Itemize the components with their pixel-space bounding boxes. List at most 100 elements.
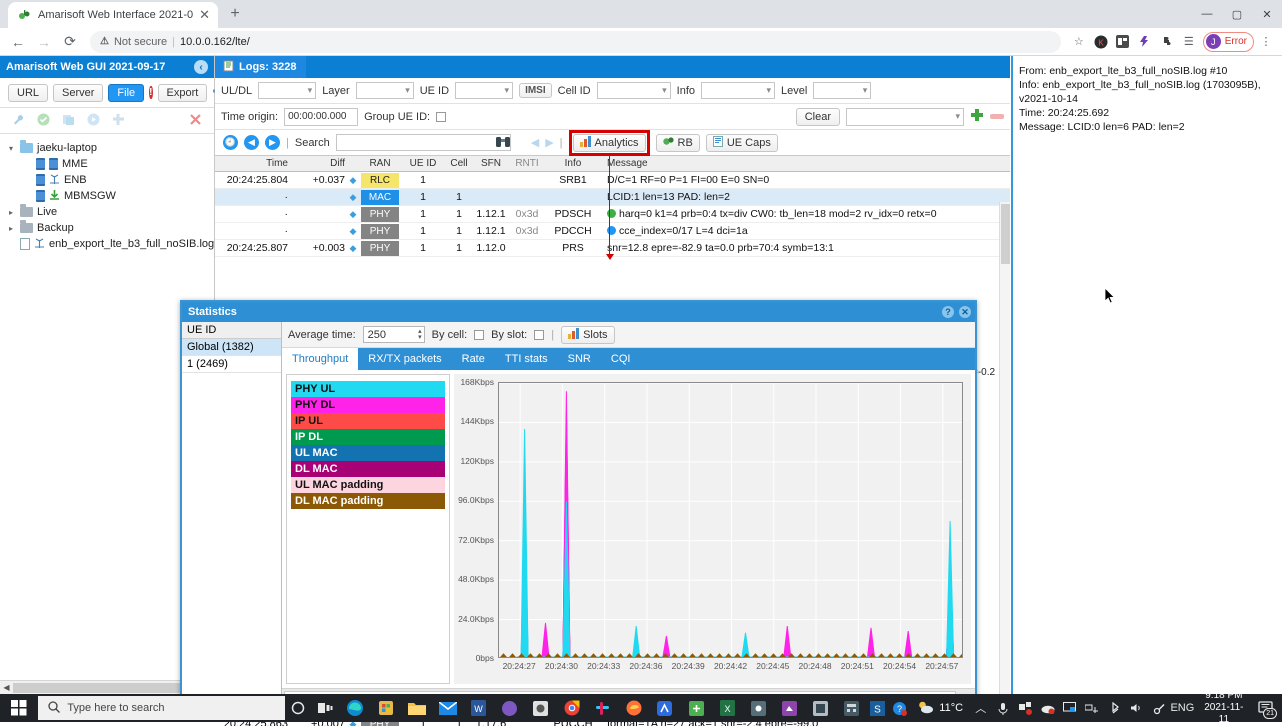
alert-icon[interactable]: !	[149, 86, 152, 99]
delete-icon[interactable]	[189, 113, 202, 129]
filter-cellid-select[interactable]: ▾	[597, 82, 671, 99]
filter-info-select[interactable]: ▾	[701, 82, 775, 99]
col-info[interactable]: Info	[545, 158, 601, 169]
preset-select[interactable]: ▾	[846, 108, 964, 126]
slack-icon[interactable]	[587, 694, 618, 722]
file-button[interactable]: File	[108, 84, 144, 102]
browser-tab[interactable]: Amarisoft Web Interface 2021-0 ✕	[8, 2, 218, 28]
extensions-puzzle-icon[interactable]	[1157, 32, 1177, 52]
network-icon[interactable]	[1082, 694, 1103, 722]
copy-icon[interactable]	[62, 113, 75, 129]
step-forward-icon[interactable]: ▶	[545, 136, 553, 149]
col-diff[interactable]: Diff	[293, 158, 347, 169]
edge-icon[interactable]	[339, 694, 370, 722]
tab-rxtx-packets[interactable]: RX/TX packets	[358, 348, 451, 370]
tab-throughput[interactable]: Throughput	[282, 348, 358, 370]
wrench-icon[interactable]	[12, 113, 25, 129]
calc-icon[interactable]	[836, 694, 867, 722]
app15-icon[interactable]	[743, 694, 774, 722]
forward-icon[interactable]: →	[32, 30, 56, 54]
filter-level-select[interactable]: ▾	[813, 82, 871, 99]
close-window-button[interactable]: ✕	[1252, 0, 1282, 28]
clear-button[interactable]: Clear	[796, 108, 840, 126]
table-row[interactable]: ·◆PHY111.12.10x3dPDSCHharq=0 k1=4 prb=0:…	[215, 206, 1010, 223]
cortana-icon[interactable]	[285, 694, 312, 722]
help-icon[interactable]: ?	[889, 694, 910, 722]
url-button[interactable]: URL	[8, 84, 48, 102]
scroll-left-icon[interactable]: ◀	[0, 683, 13, 692]
monitor-icon[interactable]	[1059, 694, 1080, 722]
table-row[interactable]: 20:24:25.804+0.037◆RLC1SRB1D/C=1 RF=0 P=…	[215, 172, 1010, 189]
slots-button[interactable]: Slots	[561, 326, 614, 344]
mail-icon[interactable]	[432, 694, 463, 722]
legend-item[interactable]: PHY DL	[291, 397, 445, 413]
col-ueid[interactable]: UE ID	[401, 158, 445, 169]
ue-row-global[interactable]: Global (1382)	[182, 339, 281, 356]
by-slot-checkbox[interactable]	[534, 330, 544, 340]
app16-icon[interactable]	[774, 694, 805, 722]
ue-row-1[interactable]: 1 (2469)	[182, 356, 281, 373]
store-icon[interactable]	[370, 694, 401, 722]
tree-item-mbmsgw[interactable]: MBMSGW	[4, 188, 214, 204]
plug-icon[interactable]	[112, 113, 125, 129]
prev-icon[interactable]: ◀	[244, 135, 259, 150]
app7-icon[interactable]	[494, 694, 525, 722]
tree-item-mme[interactable]: MME	[4, 156, 214, 172]
log-vertical-scrollbar[interactable]	[999, 202, 1010, 694]
check-icon[interactable]	[37, 113, 50, 129]
next-icon[interactable]: ▶	[265, 135, 280, 150]
address-bar[interactable]: ⚠ Not secure | 10.0.0.162/lte/	[90, 31, 1061, 53]
s-app-icon[interactable]: S	[867, 694, 888, 722]
time-origin-input[interactable]: 00:00:00.000	[284, 108, 358, 126]
volume-icon[interactable]	[1126, 694, 1147, 722]
legend-item[interactable]: IP UL	[291, 413, 445, 429]
col-sfn[interactable]: SFN	[473, 158, 509, 169]
language-indicator[interactable]: ENG	[1171, 694, 1194, 722]
tab-snr[interactable]: SNR	[558, 348, 601, 370]
close-icon[interactable]: ✕	[959, 306, 971, 318]
statistics-titlebar[interactable]: Statistics ? ✕	[182, 302, 975, 322]
scroll-track[interactable]	[13, 683, 202, 693]
extension-grid-icon[interactable]	[1113, 32, 1133, 52]
collapse-icon[interactable]: ‹	[194, 60, 208, 74]
table-row[interactable]: ·◆MAC11LCID:1 len=13 PAD: len=2	[215, 189, 1010, 206]
scroll-thumb[interactable]	[1001, 204, 1010, 264]
binoculars-icon[interactable]	[495, 134, 511, 151]
profile-button[interactable]: J Error	[1203, 32, 1254, 52]
back-icon[interactable]: ←	[6, 30, 30, 54]
bookmark-star-icon[interactable]: ☆	[1069, 32, 1089, 52]
browser-menu-icon[interactable]: ⋮	[1256, 32, 1276, 52]
app12-icon[interactable]	[649, 694, 680, 722]
reading-list-icon[interactable]: ☰	[1179, 32, 1199, 52]
help-icon[interactable]: ?	[942, 306, 954, 318]
taskbar-search[interactable]: Type here to search	[38, 696, 284, 720]
tree-item-jaeku-laptop[interactable]: ▾ jaeku-laptop	[4, 140, 214, 156]
spinner-icon[interactable]: ▴▾	[418, 329, 422, 341]
maximize-button[interactable]: ▢	[1222, 0, 1252, 28]
task-view-icon[interactable]	[312, 694, 339, 722]
weather-widget[interactable]: 11°C	[911, 700, 969, 717]
new-tab-button[interactable]: +	[222, 1, 248, 27]
filter-ueid-select[interactable]: ▾	[455, 82, 513, 99]
reload-icon[interactable]: ⟳	[58, 30, 82, 54]
chevron-right-icon[interactable]: ▸	[6, 208, 16, 217]
chrome-icon[interactable]	[556, 694, 587, 722]
onedrive-icon[interactable]	[1037, 694, 1058, 722]
tab-logs[interactable]: Logs: 3228	[215, 56, 306, 78]
legend-item[interactable]: IP DL	[291, 429, 445, 445]
tree-item-logfile[interactable]: enb_export_lte_b3_full_noSIB.log ✓	[4, 236, 214, 252]
server-button[interactable]: Server	[53, 84, 103, 102]
start-button[interactable]	[0, 700, 38, 716]
legend-item[interactable]: DL MAC padding	[291, 493, 445, 509]
legend-item[interactable]: UL MAC	[291, 445, 445, 461]
minimize-button[interactable]: —	[1192, 0, 1222, 28]
settings-icon[interactable]	[1149, 694, 1170, 722]
remove-preset-icon[interactable]	[990, 111, 1004, 123]
group-ue-checkbox[interactable]	[436, 112, 446, 122]
legend-item[interactable]: PHY UL	[291, 381, 445, 397]
col-cell[interactable]: Cell	[445, 158, 473, 169]
table-row[interactable]: ·◆PHY111.12.10x3dPDCCHcce_index=0/17 L=4…	[215, 223, 1010, 240]
explorer-icon[interactable]	[401, 694, 432, 722]
tree-item-backup[interactable]: ▸ Backup	[4, 220, 214, 236]
history-icon[interactable]: 🕘	[223, 135, 238, 150]
